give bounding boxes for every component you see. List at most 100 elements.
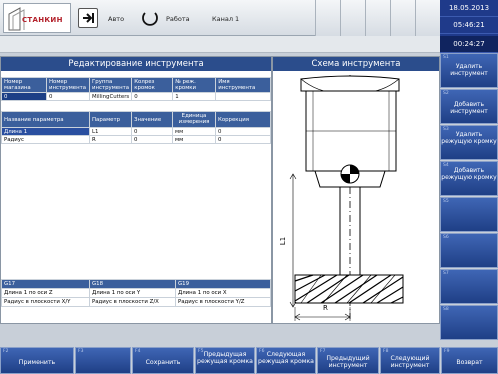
channel-label: Канал 1	[212, 15, 240, 23]
top-bar: СТАНКИН Авто Работа Канал 1	[0, 0, 440, 36]
cell[interactable]: 0	[46, 92, 90, 101]
softkey-s8[interactable]: S8	[440, 305, 498, 340]
state-label: Работа	[166, 15, 190, 23]
softkey-number: F7	[320, 349, 326, 354]
logo: СТАНКИН	[3, 3, 71, 33]
next-tool-button[interactable]: F8 Следующий инструмент	[380, 347, 440, 374]
horizontal-softkey-bar: F2 Применить F3 F4 Сохранить F5 Предыдущая …	[0, 347, 498, 374]
previous-tool-button[interactable]: F7 Предыдущий инструмент	[317, 347, 379, 374]
col-header: Название параметра	[1, 111, 90, 128]
softkey-label: Применить	[18, 359, 56, 366]
cell[interactable]: 0	[1, 92, 47, 101]
softkey-s5[interactable]: S5	[440, 197, 498, 232]
table-row[interactable]: Длина 1 L1 0 мм 0	[1, 127, 271, 136]
cell[interactable]: 0	[215, 135, 271, 144]
auto-mode-icon[interactable]	[78, 8, 98, 28]
gcode-plane-table: G17 G18 G19 Длина 1 по оси Z Длина 1 по …	[1, 279, 271, 307]
param-table-header: Название параметра Параметр Значение Еди…	[1, 111, 271, 128]
tool-schematic-panel: Схема инструмента L1 R	[272, 56, 440, 324]
cell: Радиус в плоскости Z/X	[89, 297, 176, 307]
col-header: G17	[1, 279, 90, 289]
col-header: Единица измерения	[172, 111, 216, 128]
softkey-label: Предыдущая режущая кромка	[197, 351, 253, 365]
softkey-number: F9	[444, 349, 450, 354]
softkey-number: F3	[78, 349, 84, 354]
col-header: Номер инструмента	[46, 77, 90, 93]
softkey-number: S7	[443, 271, 449, 276]
back-button[interactable]: F9 Возврат	[441, 347, 498, 374]
table-row[interactable]: 0 0 MillingCutters 0 1	[1, 92, 271, 101]
cell[interactable]: 1	[172, 92, 217, 101]
parameter-table: Название параметра Параметр Значение Еди…	[1, 111, 271, 144]
cell[interactable]: MillingCutters	[88, 92, 133, 101]
tool-edit-panel: Редактирование инструмента Номер магазин…	[0, 56, 272, 324]
delete-cutting-edge-softkey[interactable]: S3 Удалить режущую кромку	[440, 125, 498, 160]
tool-schematic-drawing	[289, 75, 404, 321]
cell[interactable]	[215, 92, 271, 101]
message-strip	[0, 36, 440, 53]
col-header: G18	[89, 279, 176, 289]
cell[interactable]: 0	[215, 127, 271, 136]
softkey-number: S8	[443, 307, 449, 312]
tool-table: Номер магазина Номер инструмента Группа …	[1, 77, 271, 101]
cell[interactable]: 0	[131, 127, 173, 136]
delete-tool-softkey[interactable]: S1 Удалить инструмент	[440, 53, 498, 88]
length-dimension-label: L1	[279, 236, 288, 246]
mode-label: Авто	[108, 15, 125, 23]
softkey-number: S1	[443, 55, 449, 60]
datetime-panel: 18.05.2013 05:46:21 00:24:27	[440, 0, 498, 53]
status-cell-5	[415, 0, 440, 36]
cell[interactable]: Длина 1	[1, 127, 90, 136]
date-display: 18.05.2013	[440, 0, 498, 17]
add-cutting-edge-softkey[interactable]: S4 Добавить режущую кромку	[440, 161, 498, 196]
cell: Длина 1 по оси Z	[1, 288, 90, 298]
save-button[interactable]: F4 Сохранить	[132, 347, 194, 374]
cell[interactable]: мм	[172, 127, 216, 136]
cell: Длина 1 по оси X	[175, 288, 271, 298]
cell[interactable]: мм	[172, 135, 216, 144]
softkey-label: Удалить режущую кромку	[441, 131, 497, 145]
apply-button[interactable]: F2 Применить	[0, 347, 74, 374]
previous-cutting-edge-button[interactable]: F5 Предыдущая режущая кромка	[195, 347, 255, 374]
col-header: Колрез кромок	[131, 77, 174, 93]
cell: Радиус в плоскости Y/Z	[175, 297, 271, 307]
softkey-label: Добавить инструмент	[450, 101, 488, 115]
time-display: 05:46:21	[440, 17, 498, 34]
cycle-state-icon	[140, 8, 160, 28]
col-header: Номер магазина	[1, 77, 47, 93]
softkey-label: Удалить инструмент	[450, 63, 488, 77]
table-row[interactable]: Радиус R 0 мм 0	[1, 135, 271, 144]
cell[interactable]: 0	[131, 135, 173, 144]
softkey-s7[interactable]: S7	[440, 269, 498, 304]
status-cell-1	[315, 0, 340, 36]
vertical-softkey-bar: S1 Удалить инструмент S2 Добавить инструме…	[440, 53, 498, 340]
panel-title: Редактирование инструмента	[1, 57, 271, 71]
col-header: Параметр	[89, 111, 132, 128]
timer-display: 00:24:27	[440, 36, 498, 53]
softkey-label: Сохранить	[145, 359, 181, 366]
col-header: Значение	[131, 111, 173, 128]
cell[interactable]: L1	[89, 127, 132, 136]
softkey-f3[interactable]: F3	[75, 347, 131, 374]
cell: Радиус в плоскости X/Y	[1, 297, 90, 307]
cell[interactable]: 0	[131, 92, 174, 101]
cell[interactable]: R	[89, 135, 132, 144]
cell[interactable]: Радиус	[1, 135, 90, 144]
schematic-title: Схема инструмента	[273, 57, 439, 71]
status-cell-4	[390, 0, 415, 36]
col-header: G19	[175, 279, 271, 289]
softkey-label: Возврат	[456, 359, 483, 366]
tool-table-header: Номер магазина Номер инструмента Группа …	[1, 77, 271, 93]
col-header: Группа инструмента	[88, 77, 133, 93]
softkey-number: F2	[3, 349, 9, 354]
cell: Длина 1 по оси Y	[89, 288, 176, 298]
logo-text: СТАНКИН	[22, 16, 63, 24]
softkey-s6[interactable]: S6	[440, 233, 498, 268]
softkey-number: F8	[383, 349, 389, 354]
softkey-number: F4	[135, 349, 141, 354]
col-header: № реж. кромки	[172, 77, 217, 93]
table-row: Радиус в плоскости X/Y Радиус в плоскост…	[1, 297, 271, 307]
next-cutting-edge-button[interactable]: F6 Следующая режущая кромка	[256, 347, 316, 374]
radius-dimension-label: R	[323, 304, 328, 312]
add-tool-softkey[interactable]: S2 Добавить инструмент	[440, 89, 498, 124]
